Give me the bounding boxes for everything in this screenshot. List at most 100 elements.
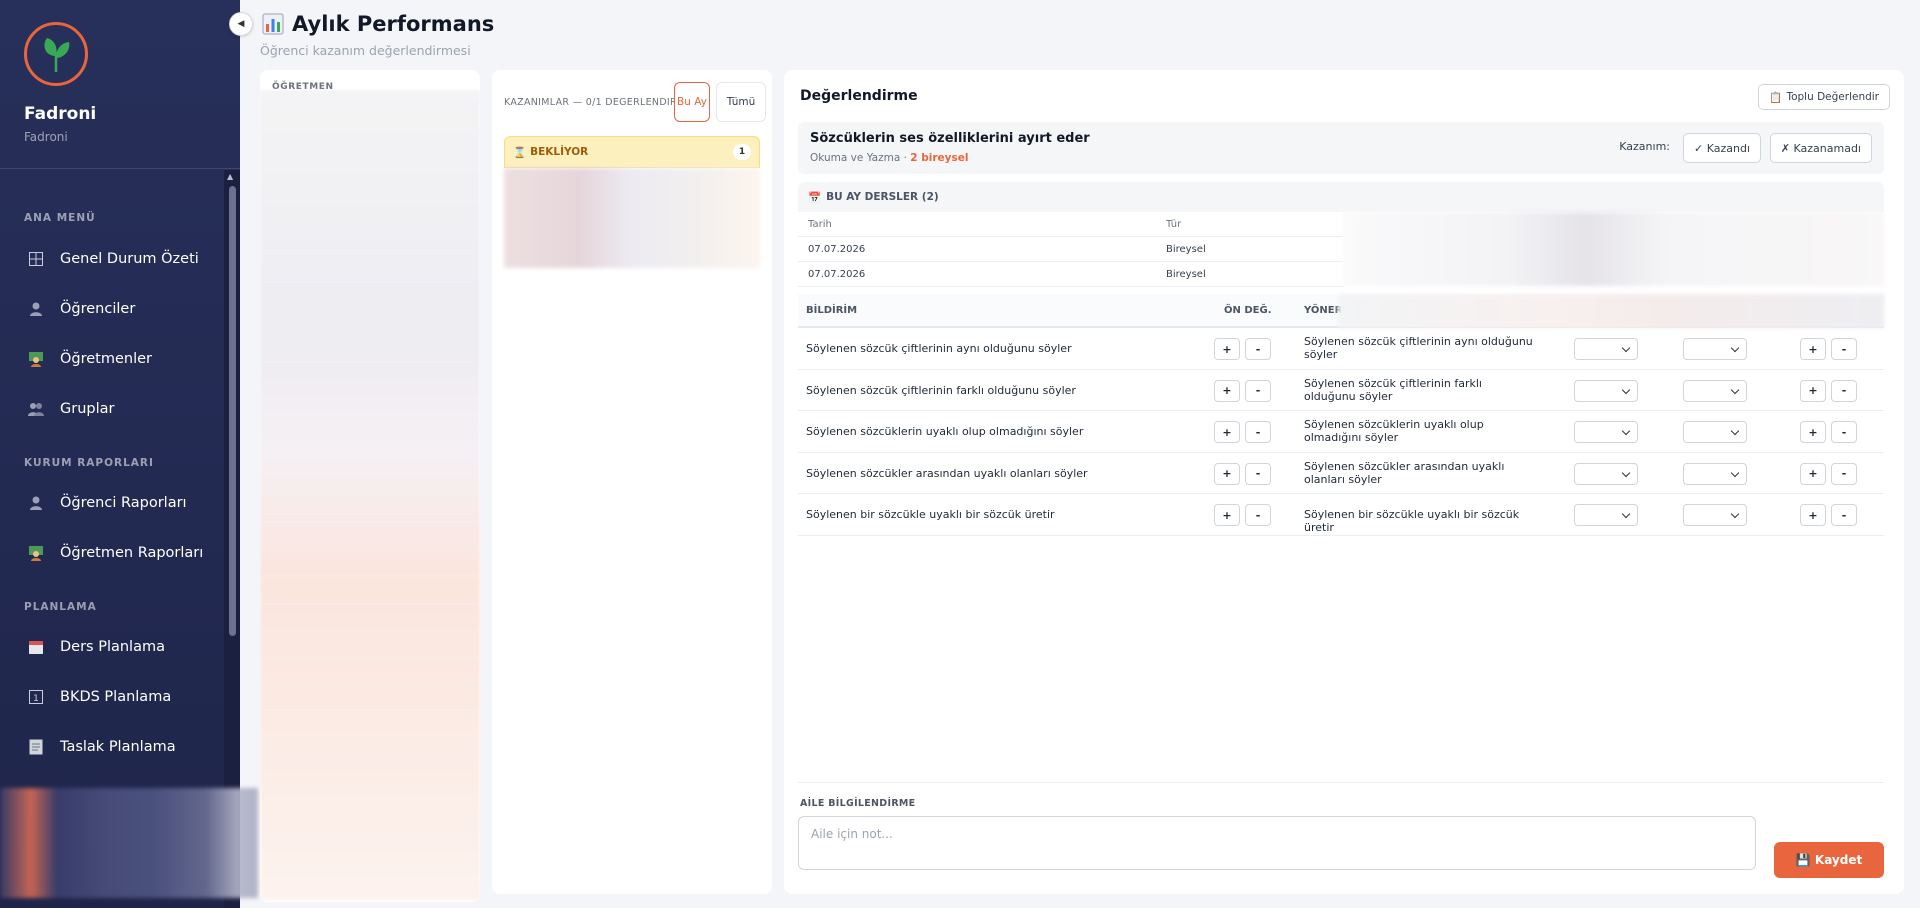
col-bildirim: BİLDİRİM	[806, 304, 858, 316]
statement-text: Söylenen bir sözcükle uyaklı bir sözcük …	[806, 508, 1055, 521]
lesson-date: 07.07.2026	[808, 243, 866, 255]
sidebar-item-label: BKDS Planlama	[60, 689, 172, 705]
minus-button[interactable]: -	[1245, 462, 1271, 485]
minus-button[interactable]: -	[1831, 462, 1857, 485]
section-ana-menu: ANA MENÜ	[24, 212, 96, 224]
student-report-icon	[26, 493, 46, 513]
sidebar-item-ogretmenler[interactable]: Öğretmenler	[26, 349, 152, 369]
bulk-evaluate-label: Toplu Değerlendir	[1786, 91, 1879, 103]
number-icon: 1	[26, 687, 46, 707]
sidebar-item-taslak-planlama[interactable]: Taslak Planlama	[26, 737, 176, 757]
plus-button[interactable]: +	[1214, 379, 1240, 402]
plus-button[interactable]: +	[1800, 504, 1826, 526]
minus-button[interactable]: -	[1831, 379, 1857, 402]
app-subtitle: Fadroni	[24, 130, 68, 144]
tab-this-month[interactable]: Bu Ay	[674, 82, 710, 122]
app-name: Fadroni	[24, 104, 97, 124]
instruction-text: Söylenen sözcük çiftlerinin aynı olduğun…	[1304, 335, 1533, 361]
table-row: Söylenen sözcük çiftlerinin farklı olduğ…	[798, 370, 1884, 411]
instruction-text: Söylenen sözcüklerin uyaklı olup olmadığ…	[1304, 418, 1484, 444]
sidebar-item-label: Öğretmen Raporları	[60, 545, 204, 561]
table-row: Söylenen sözcükler arasından uyaklı olan…	[798, 453, 1884, 494]
teacher-report-icon	[26, 543, 46, 563]
scrollbar-thumb[interactable]	[229, 186, 236, 636]
section-kurum-raporlari: KURUM RAPORLARI	[24, 457, 154, 469]
calendar-icon: 📅	[808, 191, 822, 204]
draft-icon	[26, 737, 46, 757]
plus-button[interactable]: +	[1214, 462, 1240, 485]
plus-button[interactable]: +	[1800, 338, 1826, 360]
goals-count-label: KAZANIMLAR — 0/1 DEĞERLENDİRİLDİ	[504, 96, 674, 108]
pending-count-badge: 1	[733, 144, 751, 160]
select-dropdown[interactable]	[1574, 379, 1638, 402]
select-dropdown[interactable]	[1683, 504, 1747, 526]
not-won-button[interactable]: ✗ Kazanamadı	[1769, 133, 1872, 163]
lessons-table: Tarih Tür 07.07.2026 Bireysel 07.07.2026…	[798, 212, 1343, 287]
select-dropdown[interactable]	[1683, 379, 1747, 402]
minus-button[interactable]: -	[1831, 421, 1857, 443]
divider	[798, 782, 1884, 783]
won-button[interactable]: ✓ Kazandı	[1683, 133, 1761, 163]
plus-button[interactable]: +	[1214, 504, 1240, 526]
student-icon	[26, 299, 46, 319]
family-note-input[interactable]	[798, 816, 1756, 870]
scroll-up-icon[interactable]: ▲	[227, 172, 233, 181]
select-dropdown[interactable]	[1574, 462, 1638, 485]
minus-button[interactable]: -	[1245, 338, 1271, 360]
goal-summary: Sözcüklerin ses özelliklerini ayırt eder…	[798, 122, 1884, 174]
pending-label: BEKLİYOR	[530, 146, 589, 158]
table-row: Söylenen sözcüklerin uyaklı olup olmadığ…	[798, 411, 1884, 453]
col-tarih: Tarih	[808, 218, 832, 230]
statement-text: Söylenen sözcükler arasından uyaklı olan…	[806, 466, 1088, 480]
sidebar-item-label: Gruplar	[60, 401, 115, 417]
evaluation-panel: Değerlendirme 📋 Toplu Değerlendir Sözcük…	[784, 70, 1904, 894]
bulk-evaluate-button[interactable]: 📋 Toplu Değerlendir	[1758, 84, 1890, 110]
plus-button[interactable]: +	[1800, 379, 1826, 402]
table-row: 07.07.2026 Bireysel	[798, 262, 1343, 287]
evaluation-title: Değerlendirme	[800, 88, 918, 104]
plus-button[interactable]: +	[1800, 421, 1826, 443]
goal-category: Okuma ve Yazma ·	[810, 152, 907, 164]
minus-button[interactable]: -	[1831, 338, 1857, 360]
lessons-heading: 📅 BU AY DERSLER (2)	[798, 182, 1884, 212]
hourglass-icon: ⌛	[513, 146, 527, 159]
plus-button[interactable]: +	[1800, 462, 1826, 485]
sidebar-item-bkds-planlama[interactable]: 1 BKDS Planlama	[26, 687, 171, 707]
sidebar-item-gruplar[interactable]: Gruplar	[26, 399, 114, 419]
select-dropdown[interactable]	[1574, 338, 1638, 360]
instruction-text: Söylenen sözcük çiftlerinin farklı olduğ…	[1304, 376, 1482, 403]
plus-button[interactable]: +	[1214, 338, 1240, 360]
sidebar-item-ogretmen-raporlari[interactable]: Öğretmen Raporları	[26, 543, 203, 563]
pixelated-teacher-list	[260, 90, 480, 900]
group-icon	[26, 399, 46, 419]
select-dropdown[interactable]	[1683, 338, 1747, 360]
select-dropdown[interactable]	[1683, 462, 1747, 485]
minus-button[interactable]: -	[1831, 504, 1857, 526]
pixelated-goal-item[interactable]	[504, 168, 760, 268]
sidebar-item-genel-durum[interactable]: Genel Durum Özeti	[26, 249, 199, 269]
brand: Fadroni Fadroni	[0, 0, 240, 169]
sidebar-item-ders-planlama[interactable]: Ders Planlama	[26, 637, 165, 657]
plus-button[interactable]: +	[1214, 421, 1240, 443]
teacher-panel: ÖĞRETMEN	[260, 70, 480, 902]
lesson-type: Bireysel	[1166, 268, 1206, 280]
sidebar-item-label: Genel Durum Özeti	[60, 251, 199, 267]
pending-group-header[interactable]: ⌛ BEKLİYOR 1	[504, 136, 760, 168]
select-dropdown[interactable]	[1683, 421, 1747, 443]
pixelated-area	[1338, 294, 1884, 328]
col-on-deg: ÖN DEĞ.	[1224, 304, 1272, 316]
sidebar-item-label: Ders Planlama	[60, 639, 165, 655]
select-dropdown[interactable]	[1574, 421, 1638, 443]
page-title-text: Aylık Performans	[292, 12, 495, 36]
lessons-table-header: Tarih Tür	[798, 212, 1343, 237]
tab-all[interactable]: Tümü	[716, 82, 766, 122]
minus-button[interactable]: -	[1245, 379, 1271, 402]
select-dropdown[interactable]	[1574, 504, 1638, 526]
save-button[interactable]: 💾 Kaydet	[1774, 842, 1884, 878]
sidebar-item-ogrenciler[interactable]: Öğrenciler	[26, 299, 135, 319]
sidebar-item-ogrenci-raporlari[interactable]: Öğrenci Raporları	[26, 493, 187, 513]
collapse-sidebar-button[interactable]: ◀	[229, 12, 253, 36]
statement-text: Söylenen sözcüklerin uyaklı olup olmadığ…	[806, 425, 1084, 438]
minus-button[interactable]: -	[1245, 421, 1271, 443]
minus-button[interactable]: -	[1245, 504, 1271, 526]
